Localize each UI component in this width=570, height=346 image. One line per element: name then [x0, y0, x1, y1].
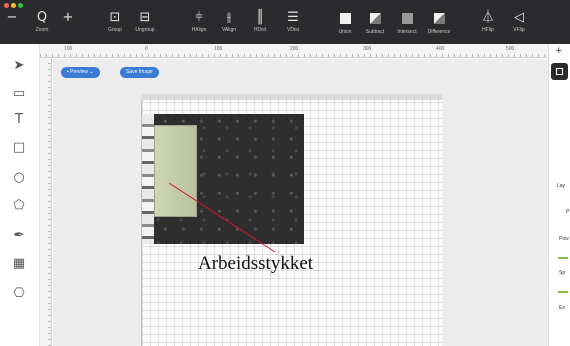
difference-label: Difference: [427, 29, 451, 35]
left-ruler: [40, 58, 52, 346]
ungroup-button[interactable]: ⊟ Ungroup: [128, 10, 162, 42]
zoom-icon: Q: [36, 10, 48, 25]
vdist-icon: ☰: [287, 10, 299, 25]
group-label: Group: [108, 27, 122, 33]
top-toolbar: − Q Zoom + ⊡ Group ⊟ Ungroup ⫩ HAlign ⫲ …: [0, 0, 570, 44]
halign-label: HAlign: [191, 27, 207, 33]
ruler-tick: 300: [363, 46, 372, 52]
group-icon: ⊡: [109, 10, 121, 25]
minus-icon: −: [6, 10, 18, 25]
minimize-window-button[interactable]: [11, 3, 16, 8]
subtract-button[interactable]: Subtract: [358, 10, 392, 42]
camera-tool-icon[interactable]: ⎔: [8, 284, 30, 304]
zoom-in-button[interactable]: +: [58, 10, 78, 42]
difference-button[interactable]: Difference: [422, 10, 456, 42]
workpiece-callout-label: Arbeidsstykket: [198, 253, 314, 274]
hflip-icon: ⏃: [481, 10, 495, 25]
ungroup-label: Ungroup: [135, 27, 155, 33]
vdist-label: VDist: [287, 27, 299, 33]
preview-label: Preview: [70, 69, 88, 75]
hdist-icon: ║: [256, 10, 264, 25]
union-label: Union: [338, 29, 352, 35]
close-window-button[interactable]: [4, 3, 9, 8]
vflip-button[interactable]: ◁ VFlip: [502, 10, 536, 42]
vflip-icon: ◁: [514, 10, 524, 25]
valign-label: VAlign: [221, 27, 237, 33]
pen-tool-icon[interactable]: ✒: [8, 226, 30, 246]
layer-label: Lay: [557, 183, 566, 189]
ruler-tick: 500: [506, 46, 515, 52]
intersect-label: Intersect: [397, 29, 417, 35]
vdist-button[interactable]: ☰ VDist: [276, 10, 310, 42]
chevron-down-icon: ⌄: [87, 69, 94, 75]
save-image-button[interactable]: Save Image: [120, 67, 159, 78]
ellipse-tool-icon[interactable]: ○: [8, 168, 30, 188]
hdist-button[interactable]: ║ HDist: [243, 10, 277, 42]
extra-label: Ex: [559, 305, 565, 311]
save-image-label: Save Image: [126, 69, 153, 75]
halign-icon: ⫩: [195, 10, 203, 25]
add-icon[interactable]: +: [555, 46, 563, 56]
ruler-tick: 200: [290, 46, 299, 52]
zoom-label: Zoom: [35, 27, 49, 33]
rectangle-tool-icon[interactable]: □: [8, 138, 30, 158]
text-tool-icon[interactable]: T: [8, 110, 30, 130]
difference-icon: [433, 13, 445, 24]
halign-button[interactable]: ⫩ HAlign: [182, 10, 216, 42]
subtract-label: Subtract: [365, 29, 385, 35]
wood-piece: [154, 125, 197, 217]
intersect-icon: [401, 13, 413, 24]
speed-label: Sp: [559, 270, 566, 276]
ruler-tick: 100: [214, 46, 223, 52]
document-header-bar: [141, 94, 442, 100]
hdist-label: HDist: [253, 27, 267, 33]
ruler-tick: 400: [436, 46, 445, 52]
speed-slider[interactable]: [558, 291, 568, 293]
right-panel: [548, 44, 570, 346]
image-tool-icon[interactable]: ▭: [8, 84, 30, 104]
intersect-button[interactable]: Intersect: [390, 10, 424, 42]
zoom-out-button[interactable]: −: [2, 10, 22, 42]
valign-icon: ⫲: [226, 10, 232, 25]
clamp-bolts: [142, 114, 154, 244]
ruler-tick: 0: [145, 46, 148, 52]
maximize-window-button[interactable]: [18, 3, 23, 8]
hflip-label: HFlip: [482, 27, 494, 33]
ungroup-icon: ⊟: [139, 10, 151, 25]
group-button[interactable]: ⊡ Group: [98, 10, 132, 42]
select-tool-icon[interactable]: ➤: [8, 56, 30, 76]
plus-icon: +: [62, 10, 74, 25]
union-icon: [339, 13, 351, 24]
valign-button[interactable]: ⫲ VAlign: [212, 10, 246, 42]
union-button[interactable]: Union: [328, 10, 362, 42]
subtract-icon: [369, 13, 381, 24]
power-label: Pow: [559, 236, 569, 242]
layer-button[interactable]: [551, 63, 568, 80]
zoom-button[interactable]: Q Zoom: [28, 10, 56, 42]
preview-button[interactable]: ▪ Preview ⌄: [61, 67, 100, 78]
left-toolbar: ➤ ▭ T □ ○ ⬠ ✒ ▦ ⎔: [0, 44, 40, 346]
polygon-tool-icon[interactable]: ⬠: [8, 196, 30, 216]
vflip-label: VFlip: [513, 27, 525, 33]
power-slider[interactable]: [558, 257, 568, 259]
hflip-button[interactable]: ⏃ HFlip: [471, 10, 505, 42]
panel-label-p: P: [566, 209, 570, 215]
ruler-tick: 100: [64, 46, 73, 52]
grid-tool-icon[interactable]: ▦: [8, 254, 30, 274]
